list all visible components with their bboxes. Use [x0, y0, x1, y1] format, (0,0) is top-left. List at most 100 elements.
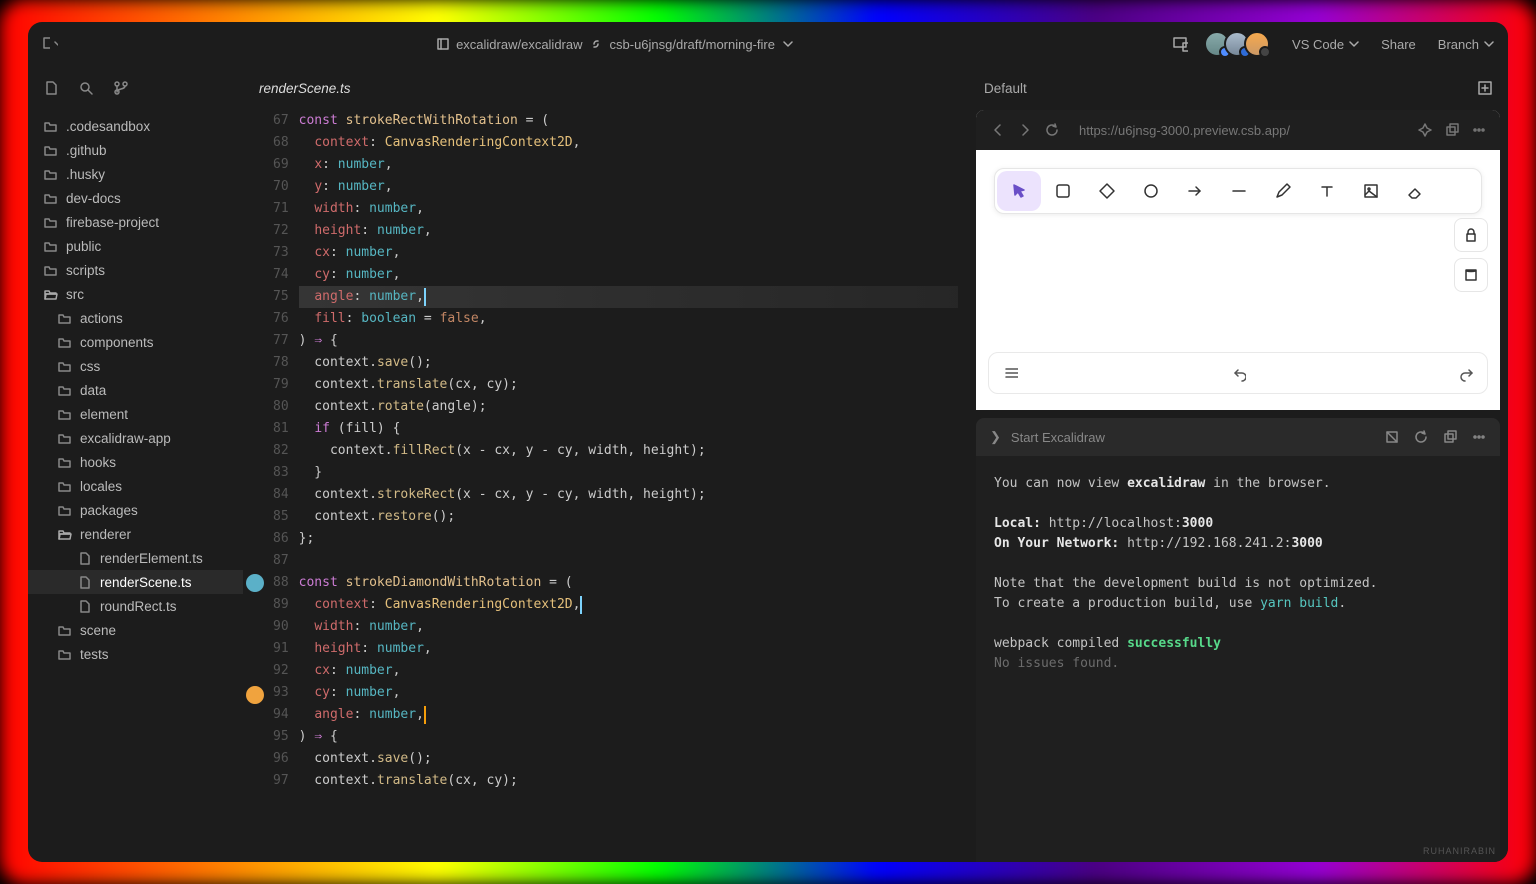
tree-item-label: css: [80, 359, 100, 374]
tree-item-label: renderScene.ts: [100, 575, 192, 590]
file-icon[interactable]: [42, 80, 59, 97]
tree-item[interactable]: components: [28, 330, 243, 354]
tool-arrow[interactable]: [1173, 171, 1217, 211]
menu-icon[interactable]: [1003, 366, 1018, 381]
tree-item[interactable]: firebase-project: [28, 210, 243, 234]
tab-active[interactable]: renderScene.ts: [259, 81, 351, 96]
tree-item-label: element: [80, 407, 128, 422]
folder-icon: [56, 622, 72, 638]
tool-text[interactable]: [1305, 171, 1349, 211]
target-icon[interactable]: [1417, 123, 1432, 138]
refresh-icon[interactable]: [1044, 123, 1059, 138]
more-icon[interactable]: [1471, 123, 1486, 138]
lock-icon[interactable]: [1454, 218, 1488, 252]
chevron-down-icon: [54, 40, 58, 48]
tree-item[interactable]: excalidraw-app: [28, 426, 243, 450]
tool-pointer[interactable]: [997, 171, 1041, 211]
folder-icon: [42, 190, 58, 206]
code-content[interactable]: const strokeRectWithRotation = ( context…: [299, 110, 968, 862]
tree-item[interactable]: hooks: [28, 450, 243, 474]
tool-circle[interactable]: [1129, 171, 1173, 211]
tree-item[interactable]: renderer: [28, 522, 243, 546]
tree-item[interactable]: public: [28, 234, 243, 258]
tree-item[interactable]: .husky: [28, 162, 243, 186]
tree-item-label: components: [80, 335, 154, 350]
tool-diamond[interactable]: [1085, 171, 1129, 211]
editor: renderScene.ts 6768697071727374757677787…: [243, 66, 968, 862]
folder-icon: [56, 382, 72, 398]
folder-icon: [56, 526, 72, 542]
tree-item[interactable]: roundRect.ts: [28, 594, 243, 618]
tree-item[interactable]: renderScene.ts: [28, 570, 243, 594]
git-branch-icon[interactable]: [112, 80, 129, 97]
library-icon[interactable]: [1454, 258, 1488, 292]
tool-square[interactable]: [1041, 171, 1085, 211]
terminal-output[interactable]: You can now view excalidraw in the brows…: [976, 456, 1500, 862]
tree-item[interactable]: element: [28, 402, 243, 426]
file-icon: [76, 598, 92, 614]
tool-image[interactable]: [1349, 171, 1393, 211]
add-panel-icon[interactable]: [1477, 81, 1492, 96]
tree-item[interactable]: actions: [28, 306, 243, 330]
more-icon[interactable]: [1471, 430, 1486, 445]
right-panel: Default https://u6jnsg-3000.preview.csb.…: [968, 66, 1508, 862]
vscode-menu[interactable]: VS Code: [1292, 37, 1359, 52]
no-wrap-icon[interactable]: [1384, 430, 1399, 445]
terminal-title: Start Excalidraw: [1011, 430, 1105, 445]
tool-pencil[interactable]: [1261, 171, 1305, 211]
tool-eraser[interactable]: [1393, 171, 1437, 211]
folder-icon: [56, 334, 72, 350]
redo-icon[interactable]: [1458, 366, 1473, 381]
collaborator-avatars[interactable]: [1210, 31, 1270, 57]
tree-item-label: scripts: [66, 263, 105, 278]
tree-item[interactable]: src: [28, 282, 243, 306]
window-menu-icon: [42, 36, 50, 52]
tree-item[interactable]: css: [28, 354, 243, 378]
preview-url[interactable]: https://u6jnsg-3000.preview.csb.app/: [1079, 123, 1290, 138]
tree-item-label: tests: [80, 647, 109, 662]
tree-item-label: data: [80, 383, 106, 398]
tree-item-label: .husky: [66, 167, 105, 182]
tree-item[interactable]: renderElement.ts: [28, 546, 243, 570]
chevron-down-icon: [781, 37, 796, 52]
tree-item[interactable]: tests: [28, 642, 243, 666]
tree-item[interactable]: .codesandbox: [28, 114, 243, 138]
restart-icon[interactable]: [1413, 430, 1428, 445]
tree-item[interactable]: locales: [28, 474, 243, 498]
tree-item[interactable]: .github: [28, 138, 243, 162]
tree-item[interactable]: packages: [28, 498, 243, 522]
branch-path[interactable]: csb-u6jnsg/draft/morning-fire: [610, 37, 775, 52]
tree-item[interactable]: scene: [28, 618, 243, 642]
preview-toolbar: https://u6jnsg-3000.preview.csb.app/: [976, 110, 1500, 150]
window-controls[interactable]: [42, 36, 58, 52]
presence-avatar: [246, 686, 264, 704]
tree-item[interactable]: scripts: [28, 258, 243, 282]
folder-icon: [56, 310, 72, 326]
tree-item-label: firebase-project: [66, 215, 159, 230]
tool-line[interactable]: [1217, 171, 1261, 211]
tree-item-label: .codesandbox: [66, 119, 150, 134]
tree-item-label: dev-docs: [66, 191, 121, 206]
branch-menu[interactable]: Branch: [1438, 37, 1494, 52]
file-icon: [76, 574, 92, 590]
responsive-icon[interactable]: [1173, 37, 1188, 52]
folder-icon: [56, 478, 72, 494]
preview-canvas[interactable]: [976, 150, 1500, 410]
folder-icon: [42, 118, 58, 134]
search-icon[interactable]: [77, 80, 94, 97]
popup-icon[interactable]: [1442, 430, 1457, 445]
folder-icon: [42, 142, 58, 158]
tree-item[interactable]: data: [28, 378, 243, 402]
tree-item-label: scene: [80, 623, 116, 638]
tree-item[interactable]: dev-docs: [28, 186, 243, 210]
undo-icon[interactable]: [1231, 366, 1246, 381]
open-external-icon[interactable]: [1444, 123, 1459, 138]
nav-back-icon[interactable]: [990, 123, 1005, 138]
code-area[interactable]: 6768697071727374757677787980818283848586…: [243, 110, 968, 862]
share-menu[interactable]: Share: [1381, 37, 1416, 52]
tree-item-label: excalidraw-app: [80, 431, 171, 446]
titlebar: excalidraw/excalidraw csb-u6jnsg/draft/m…: [28, 22, 1508, 66]
repo-name[interactable]: excalidraw/excalidraw: [456, 37, 582, 52]
nav-forward-icon[interactable]: [1017, 123, 1032, 138]
tree-item-label: renderer: [80, 527, 131, 542]
